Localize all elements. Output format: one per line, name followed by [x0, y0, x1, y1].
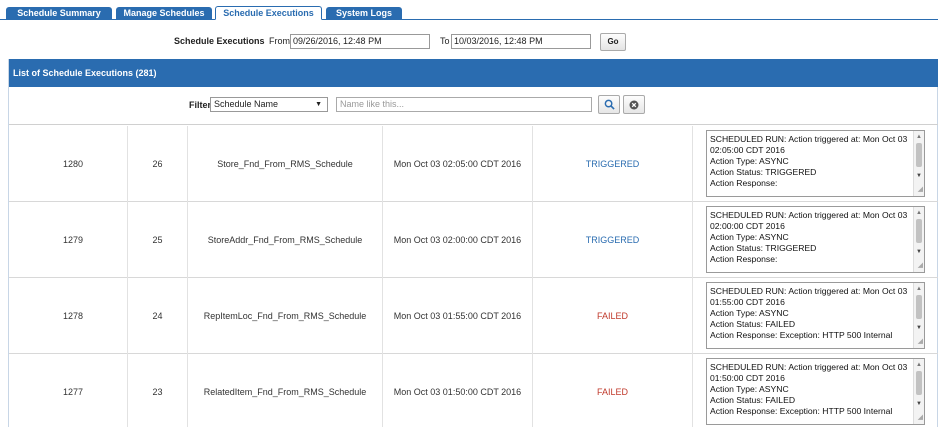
filter-label: Filter	[189, 100, 212, 110]
table-row: 1277 23 RelatedItem_Fnd_From_RMS_Schedul…	[9, 354, 938, 427]
filter-row: Filter Schedule Name ▼ Name like this...	[9, 95, 938, 116]
log-line: Action Response: Exception: HTTP 500 Int…	[710, 406, 893, 416]
tab-schedule-summary[interactable]: Schedule Summary	[6, 7, 112, 20]
action-log-textarea[interactable]: SCHEDULED RUN: Action triggered at: Mon …	[706, 130, 925, 197]
schedule-id-cell: 24	[128, 278, 188, 354]
resize-grip-icon[interactable]: ◢	[918, 336, 923, 347]
log-line: Action Type: ASYNC	[710, 384, 789, 394]
execution-id-cell: 1280	[19, 126, 128, 202]
log-line: Action Status: FAILED	[710, 319, 796, 329]
filter-field-select[interactable]: Schedule Name ▼	[210, 97, 328, 112]
table-row: 1279 25 StoreAddr_Fnd_From_RMS_Schedule …	[9, 202, 938, 278]
scroll-down-icon[interactable]: ▼	[916, 323, 922, 334]
table-row: 1280 26 Store_Fnd_From_RMS_Schedule Mon …	[9, 126, 938, 202]
schedule-id-cell: 25	[128, 202, 188, 278]
status-cell: TRIGGERED	[533, 202, 693, 278]
scroll-up-icon[interactable]: ▲	[916, 360, 922, 371]
execution-time-cell: Mon Oct 03 02:00:00 CDT 2016	[383, 202, 533, 278]
resize-grip-icon[interactable]: ◢	[918, 184, 923, 195]
clear-icon	[629, 100, 639, 109]
filter-input[interactable]: Name like this...	[336, 97, 592, 112]
action-log-textarea[interactable]: SCHEDULED RUN: Action triggered at: Mon …	[706, 358, 925, 425]
log-line: SCHEDULED RUN: Action triggered at: Mon …	[710, 134, 908, 155]
go-button[interactable]: Go	[600, 33, 626, 51]
schedule-name-cell: StoreAddr_Fnd_From_RMS_Schedule	[188, 202, 383, 278]
tab-schedule-executions[interactable]: Schedule Executions	[215, 6, 322, 20]
tab-bar: Schedule Summary Manage Schedules Schedu…	[0, 0, 938, 20]
log-line: SCHEDULED RUN: Action triggered at: Mon …	[710, 286, 908, 307]
clear-filter-button[interactable]	[623, 95, 645, 114]
chevron-down-icon: ▼	[315, 101, 322, 108]
log-line: Action Response:	[710, 178, 778, 188]
log-line: SCHEDULED RUN: Action triggered at: Mon …	[710, 210, 908, 231]
execution-time-cell: Mon Oct 03 02:05:00 CDT 2016	[383, 126, 533, 202]
execution-id-cell: 1278	[19, 278, 128, 354]
schedule-id-cell: 23	[128, 354, 188, 427]
to-date-input[interactable]: 10/03/2016, 12:48 PM	[451, 34, 591, 49]
log-line: Action Status: TRIGGERED	[710, 243, 817, 253]
log-line: Action Status: FAILED	[710, 395, 796, 405]
from-date-input[interactable]: 09/26/2016, 12:48 PM	[290, 34, 430, 49]
tab-manage-schedules[interactable]: Manage Schedules	[116, 7, 212, 20]
scroll-up-icon[interactable]: ▲	[916, 208, 922, 219]
executions-panel: List of Schedule Executions (281) Filter…	[8, 59, 938, 427]
filter-field-value: Schedule Name	[214, 99, 279, 109]
scroll-up-icon[interactable]: ▲	[916, 132, 922, 143]
search-button[interactable]	[598, 95, 620, 114]
action-log-textarea[interactable]: SCHEDULED RUN: Action triggered at: Mon …	[706, 282, 925, 349]
status-cell: FAILED	[533, 278, 693, 354]
schedule-name-cell: Store_Fnd_From_RMS_Schedule	[188, 126, 383, 202]
execution-id-cell: 1279	[19, 202, 128, 278]
date-range-row: Schedule Executions From 09/26/2016, 12:…	[0, 33, 938, 52]
scroll-down-icon[interactable]: ▼	[916, 247, 922, 258]
execution-time-cell: Mon Oct 03 01:55:00 CDT 2016	[383, 278, 533, 354]
to-label: To	[440, 36, 450, 46]
resize-grip-icon[interactable]: ◢	[918, 412, 923, 423]
log-line: Action Response:	[710, 254, 778, 264]
execution-time-cell: Mon Oct 03 01:50:00 CDT 2016	[383, 354, 533, 427]
search-icon	[604, 99, 615, 110]
scroll-down-icon[interactable]: ▼	[916, 171, 922, 182]
table-header	[9, 121, 938, 125]
schedule-name-cell: RelatedItem_Fnd_From_RMS_Schedule	[188, 354, 383, 427]
execution-id-cell: 1277	[19, 354, 128, 427]
from-label: From	[269, 36, 290, 46]
action-log-textarea[interactable]: SCHEDULED RUN: Action triggered at: Mon …	[706, 206, 925, 273]
status-cell: TRIGGERED	[533, 126, 693, 202]
panel-title: List of Schedule Executions (281)	[9, 59, 938, 87]
scroll-down-icon[interactable]: ▼	[916, 399, 922, 410]
log-line: Action Type: ASYNC	[710, 308, 789, 318]
status-cell: FAILED	[533, 354, 693, 427]
tab-system-logs[interactable]: System Logs	[326, 7, 402, 20]
table-row: 1278 24 RepItemLoc_Fnd_From_RMS_Schedule…	[9, 278, 938, 354]
log-line: Action Type: ASYNC	[710, 232, 789, 242]
executions-label: Schedule Executions	[174, 36, 265, 46]
log-line: Action Response: Exception: HTTP 500 Int…	[710, 330, 893, 340]
log-line: Action Type: ASYNC	[710, 156, 789, 166]
resize-grip-icon[interactable]: ◢	[918, 260, 923, 271]
schedule-id-cell: 26	[128, 126, 188, 202]
schedule-name-cell: RepItemLoc_Fnd_From_RMS_Schedule	[188, 278, 383, 354]
scroll-up-icon[interactable]: ▲	[916, 284, 922, 295]
log-line: Action Status: TRIGGERED	[710, 167, 817, 177]
log-line: SCHEDULED RUN: Action triggered at: Mon …	[710, 362, 908, 383]
